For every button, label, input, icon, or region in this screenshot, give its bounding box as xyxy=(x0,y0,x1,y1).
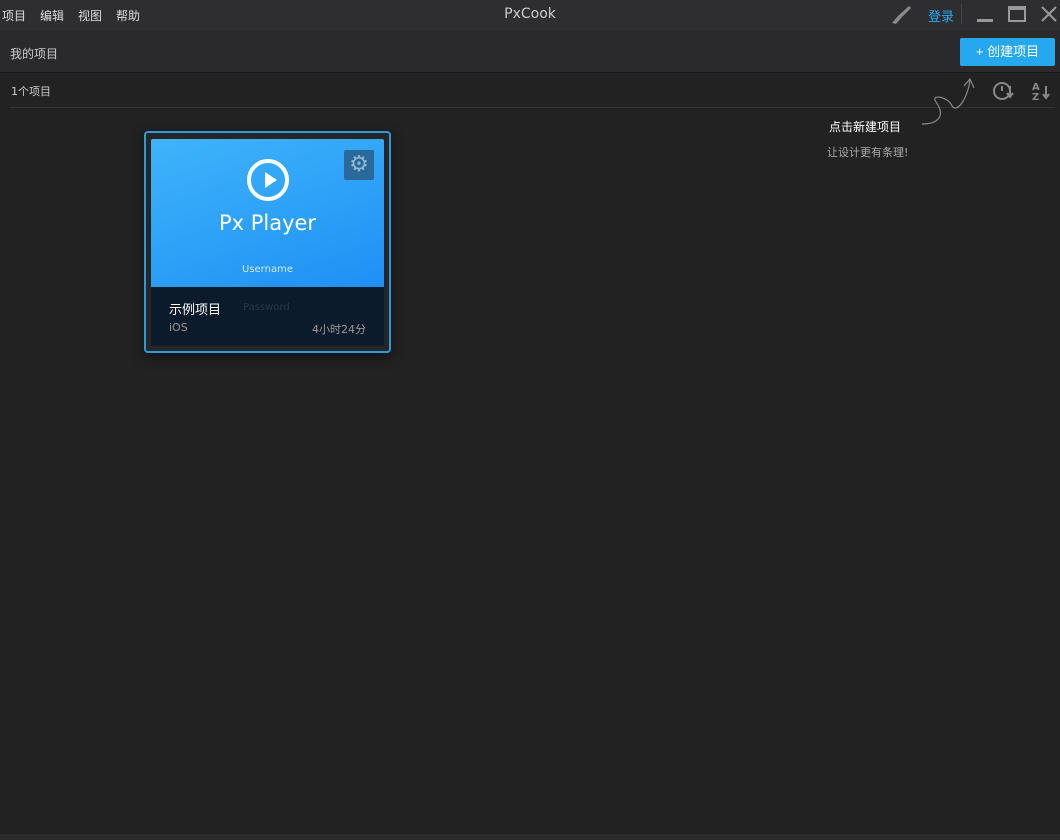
status-bar xyxy=(0,834,1060,840)
minimize-icon[interactable] xyxy=(975,4,995,24)
project-card[interactable]: Px Player Username ⚙ Password 示例项目 iOS 4… xyxy=(144,131,391,353)
thumbnail-password: Password xyxy=(243,302,290,313)
project-time: 4小时24分 xyxy=(312,323,366,336)
menu-view[interactable]: 视图 xyxy=(78,7,102,24)
page-title: 我的项目 xyxy=(10,47,59,61)
project-name: 示例项目 xyxy=(169,303,222,318)
create-project-button[interactable]: + 创建项目 xyxy=(960,38,1055,66)
close-icon[interactable] xyxy=(1039,4,1059,24)
play-icon xyxy=(247,159,289,201)
project-platform: iOS xyxy=(169,321,188,334)
thumbnail-username: Username xyxy=(242,264,293,275)
gear-icon[interactable]: ⚙ xyxy=(344,150,374,180)
project-info: Password 示例项目 iOS 4小时24分 xyxy=(151,287,384,346)
login-link[interactable]: 登录 xyxy=(928,6,954,25)
maximize-icon[interactable] xyxy=(1007,4,1027,24)
svg-text:Z: Z xyxy=(1032,92,1039,102)
project-count: 1个项目 xyxy=(11,85,51,98)
menu-help[interactable]: 帮助 xyxy=(116,7,140,24)
divider xyxy=(961,4,962,24)
hint-arrow-icon xyxy=(921,77,975,125)
project-thumbnail[interactable]: Px Player Username ⚙ xyxy=(151,139,384,287)
hint-subtitle: 让设计更有条理! xyxy=(827,146,909,159)
menu-project[interactable]: 项目 xyxy=(2,7,26,24)
title-bar: 项目 编辑 视图 帮助 PxCook 登录 xyxy=(0,0,1060,30)
page-header: 我的项目 + 创建项目 xyxy=(0,30,1060,73)
menu-edit[interactable]: 编辑 xyxy=(40,7,64,24)
hint-title: 点击新建项目 xyxy=(829,120,902,134)
knife-icon[interactable] xyxy=(890,4,912,26)
divider xyxy=(10,107,1055,108)
thumbnail-title: Px Player xyxy=(218,211,317,235)
menu-bar: 项目 编辑 视图 帮助 xyxy=(2,7,140,24)
sort-by-time-icon[interactable] xyxy=(992,80,1016,102)
sort-by-name-icon[interactable]: AZ xyxy=(1031,80,1053,102)
